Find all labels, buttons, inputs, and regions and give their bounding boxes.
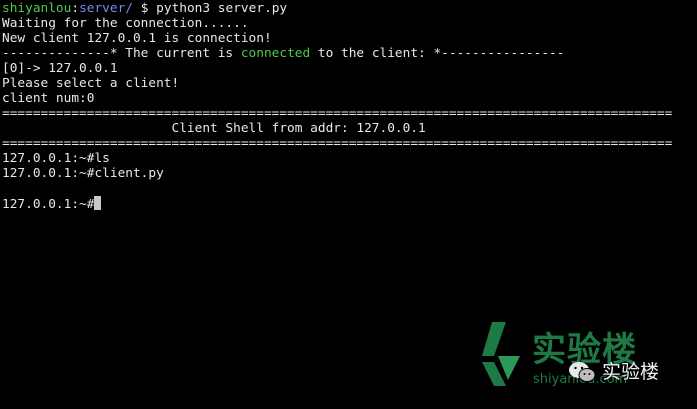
client-num-line: client num:0 [2, 91, 95, 106]
status-prefix: --------------* The current is [2, 46, 241, 61]
command-ls-line: 127.0.0.1:~#ls [2, 151, 110, 166]
client-entry-line: [0]-> 127.0.0.1 [2, 61, 118, 76]
status-keyword: connected [240, 46, 311, 61]
separator-top: ========================================… [2, 106, 673, 121]
prompt-command: python3 server.py [156, 1, 288, 16]
shiyanlou-logo-icon [482, 322, 520, 386]
status-suffix: to the client: *---------------- [310, 46, 565, 61]
wechat-icon [569, 362, 596, 382]
status-line: --------------* The current is connected… [2, 46, 564, 61]
shell-header-line: Client Shell from addr: 127.0.0.1 [2, 121, 426, 136]
prompt-path: server/ [79, 1, 133, 16]
current-prompt-line[interactable]: 127.0.0.1:~# [2, 196, 102, 212]
prompt-user-host: shiyanlou [2, 1, 72, 16]
command-prompt-line: shiyanlou:server/ $ python3 server.py [2, 1, 287, 16]
prompt-colon: : [71, 1, 80, 16]
separator-bottom: ========================================… [2, 136, 673, 151]
waiting-line: Waiting for the connection...... [2, 16, 249, 31]
command-client-line: 127.0.0.1:~#client.py [2, 166, 164, 181]
text-cursor [94, 196, 102, 210]
current-prompt: 127.0.0.1:~# [2, 197, 95, 212]
new-client-line: New client 127.0.0.1 is connection! [2, 31, 272, 46]
select-prompt-line: Please select a client! [2, 76, 180, 91]
watermark-wechat-label: 实验楼 [602, 361, 660, 383]
